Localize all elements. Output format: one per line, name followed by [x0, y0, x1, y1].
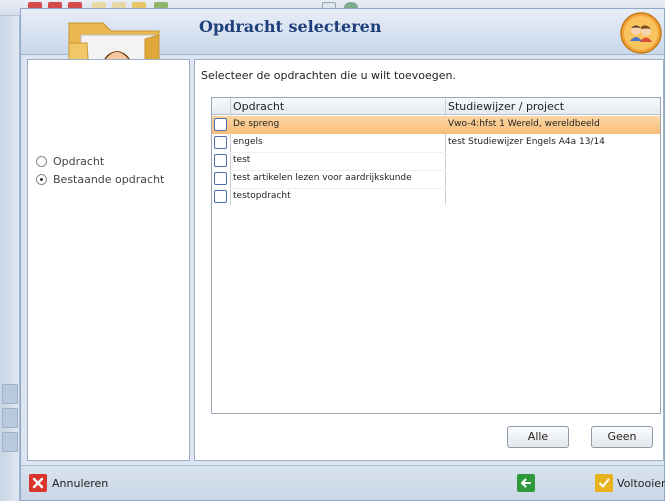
finish-label: Voltooien: [617, 476, 665, 490]
users-avatar-icon: [620, 12, 662, 54]
row-checkbox[interactable]: [214, 118, 227, 131]
row-opdracht: engels: [233, 137, 263, 147]
row-studiewijzer: test Studiewijzer Engels A4a 13/14: [448, 137, 605, 147]
radio-button[interactable]: [36, 155, 47, 167]
row-checkbox[interactable]: [214, 190, 227, 203]
select-assignment-dialog: Opdracht selecteren Opdracht Bestaande o…: [20, 8, 665, 501]
column-header-opdracht[interactable]: Opdracht: [233, 100, 284, 113]
close-icon: [29, 474, 47, 492]
radio-bestaande-opdracht[interactable]: Bestaande opdracht: [36, 171, 164, 187]
cancel-label: Annuleren: [52, 476, 109, 490]
back-button[interactable]: [517, 471, 535, 495]
table-row[interactable]: test: [212, 152, 660, 170]
radio-label: Bestaande opdracht: [53, 172, 165, 186]
background-tab: [2, 384, 18, 404]
column-header-studiewijzer[interactable]: Studiewijzer / project: [448, 100, 564, 113]
background-tab: [2, 408, 18, 428]
select-none-button[interactable]: Geen: [591, 426, 653, 448]
assignments-table: Opdracht Studiewijzer / project De spren…: [211, 97, 661, 414]
row-opdracht: test artikelen lezen voor aardrijkskunde: [233, 173, 412, 183]
finish-button[interactable]: Voltooien: [595, 471, 665, 495]
table-row[interactable]: testopdracht: [212, 188, 660, 206]
row-studiewijzer: Vwo-4:hfst 1 Wereld, wereldbeeld: [448, 119, 600, 129]
assignments-panel: Selecteer de opdrachten die u wilt toevo…: [194, 59, 664, 461]
row-checkbox[interactable]: [214, 136, 227, 149]
radio-opdracht[interactable]: Opdracht: [36, 153, 104, 169]
select-all-button[interactable]: Alle: [507, 426, 569, 448]
radio-label: Opdracht: [53, 154, 105, 168]
table-row[interactable]: De spreng Vwo-4:hfst 1 Wereld, wereldbee…: [212, 116, 660, 134]
background-tab: [2, 432, 18, 452]
row-opdracht: De spreng: [233, 119, 280, 129]
radio-button[interactable]: [36, 173, 47, 185]
options-panel: Opdracht Bestaande opdracht: [27, 59, 190, 461]
row-opdracht: testopdracht: [233, 191, 291, 201]
dialog-title: Opdracht selecteren: [199, 17, 382, 36]
checkmark-icon: [595, 474, 613, 492]
dialog-footer: Annuleren Voltooien: [21, 465, 665, 500]
table-row[interactable]: engels test Studiewijzer Engels A4a 13/1…: [212, 134, 660, 152]
row-opdracht: test: [233, 155, 251, 165]
row-checkbox[interactable]: [214, 154, 227, 167]
background-side-strip: [0, 16, 20, 501]
table-row[interactable]: test artikelen lezen voor aardrijkskunde: [212, 170, 660, 188]
cancel-button[interactable]: Annuleren: [29, 471, 108, 495]
instruction-text: Selecteer de opdrachten die u wilt toevo…: [201, 69, 456, 82]
table-header: Opdracht Studiewijzer / project: [212, 98, 660, 115]
row-checkbox[interactable]: [214, 172, 227, 185]
arrow-left-icon: [517, 474, 535, 492]
